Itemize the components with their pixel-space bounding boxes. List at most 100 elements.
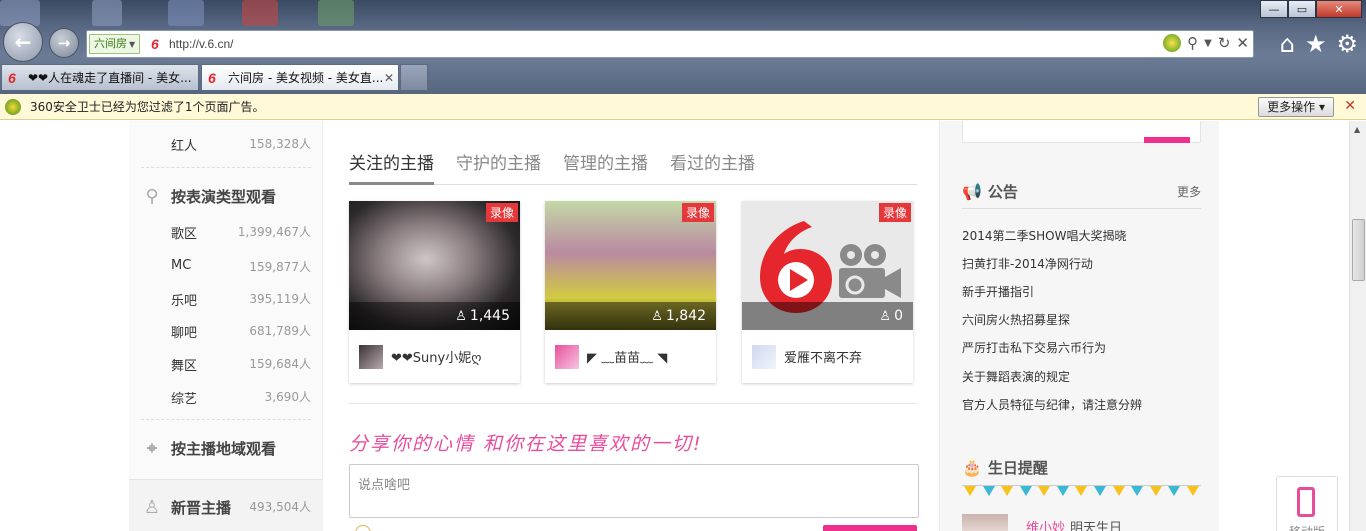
share-input[interactable]: 说点啥吧 bbox=[349, 464, 919, 518]
site-badge[interactable]: 六间房 ▼ bbox=[89, 34, 141, 54]
sidebar-item[interactable]: 综艺 3,690人 bbox=[171, 388, 311, 407]
refresh-icon[interactable]: ↻ bbox=[1218, 34, 1231, 52]
avatar[interactable] bbox=[555, 344, 579, 369]
category-name: MC bbox=[171, 258, 192, 273]
address-tools: ⚲ ▼ ↻ ✕ bbox=[1163, 34, 1249, 52]
share-placeholder: 说点啥吧 bbox=[358, 478, 411, 493]
caret-down-icon: ▼ bbox=[129, 40, 136, 49]
tab-managed[interactable]: 管理的主播 bbox=[563, 151, 648, 185]
search-icon: ⚲ bbox=[145, 185, 159, 207]
sidebar-item[interactable]: 聊吧 681,789人 bbox=[171, 322, 311, 341]
host-card[interactable]: 录像 ♙ 1,842 ◤ ﹏苗苗﹏ ◥ bbox=[545, 201, 716, 383]
search-box[interactable] bbox=[962, 121, 1201, 143]
forward-button[interactable]: → bbox=[49, 28, 79, 58]
scrollbar[interactable]: ▲ bbox=[1349, 121, 1366, 531]
sidebar-item[interactable]: MC 159,877人 bbox=[171, 258, 311, 275]
dropdown-icon[interactable]: ▼ bbox=[1204, 38, 1212, 49]
host-thumbnail[interactable]: 录像 ♙ 0 bbox=[742, 201, 913, 330]
tab-viewed[interactable]: 看过的主播 bbox=[670, 151, 755, 185]
maximize-button[interactable]: ▭ bbox=[1288, 0, 1316, 18]
url-text[interactable]: http://v.6.cn/ bbox=[169, 37, 233, 51]
category-name: 红人 bbox=[171, 139, 198, 154]
category-name: 聊吧 bbox=[171, 326, 198, 341]
host-name[interactable]: ◤ ﹏苗苗﹏ ◥ bbox=[587, 347, 667, 366]
record-badge: 录像 bbox=[485, 203, 518, 222]
browser-tab-1[interactable]: 6 ❤❤人在魂走了直播间 - 美女... bbox=[1, 64, 199, 90]
right-sidebar: 📢 公告 更多 2014第二季SHOW唱大奖揭晓 扫黄打非-2014净网行动 新… bbox=[939, 121, 1219, 531]
security-shield-icon[interactable] bbox=[1163, 34, 1182, 52]
camera-icon bbox=[839, 244, 901, 298]
host-name[interactable]: ❤❤Suny小妮ღ bbox=[391, 347, 481, 366]
taskbar-deco bbox=[242, 0, 278, 26]
browser-tab-2[interactable]: 6 六间房 - 美女视频 - 美女直... ✕ bbox=[201, 64, 399, 90]
new-tab-button[interactable] bbox=[400, 64, 428, 90]
birthday-header: 🎂 生日提醒 bbox=[962, 450, 1201, 484]
favorites-star-icon[interactable]: ★ bbox=[1305, 30, 1327, 58]
notice-header: 📢 公告 更多 bbox=[962, 175, 1201, 209]
tab-close-icon[interactable]: ✕ bbox=[384, 71, 394, 85]
avatar[interactable] bbox=[752, 344, 776, 369]
sidebar-item[interactable]: 歌区 1,399,467人 bbox=[171, 223, 311, 242]
notice-item[interactable]: 2014第二季SHOW唱大奖揭晓 bbox=[962, 227, 1127, 244]
taskbar-deco bbox=[168, 0, 204, 26]
record-badge: 录像 bbox=[878, 203, 911, 222]
close-window-button[interactable]: ✕ bbox=[1316, 0, 1362, 18]
sidebar-item-hongren[interactable]: 红人 158,328人 bbox=[171, 135, 311, 154]
megaphone-icon: 📢 bbox=[962, 182, 982, 201]
scroll-up-icon[interactable]: ▲ bbox=[1354, 125, 1360, 134]
host-thumbnail[interactable]: 录像 ♙ 1,445 bbox=[349, 201, 520, 330]
avatar[interactable] bbox=[359, 344, 383, 369]
section-new-hosts: ♙ 新晋主播 bbox=[141, 496, 231, 518]
site-favicon-icon: 6 bbox=[208, 69, 216, 86]
phone-icon bbox=[1297, 487, 1315, 517]
minimize-button[interactable]: — bbox=[1260, 0, 1288, 18]
notice-item[interactable]: 官方人员特征与纪律，请注意分辨 bbox=[962, 396, 1142, 413]
notice-more-link[interactable]: 更多 bbox=[1177, 183, 1201, 200]
user-icon: ♙ bbox=[143, 496, 161, 518]
search-icon[interactable]: ⚲ bbox=[1187, 34, 1198, 52]
notice-item[interactable]: 六间房火热招募星探 bbox=[962, 311, 1070, 328]
sidebar: 红人 158,328人 ⚲ 按表演类型观看 歌区 1,399,467人 MC 1… bbox=[129, 121, 323, 531]
emoji-icon[interactable] bbox=[355, 525, 371, 531]
more-operations-button[interactable]: 更多操作 ▾ bbox=[1258, 97, 1334, 117]
new-hosts-section[interactable]: ♙ 新晋主播 493,504人 bbox=[129, 479, 323, 531]
category-name: 舞区 bbox=[171, 359, 198, 374]
birthday-title: 生日提醒 bbox=[987, 458, 1048, 477]
sidebar-item[interactable]: 乐吧 395,119人 bbox=[171, 290, 311, 309]
avatar[interactable] bbox=[962, 514, 1008, 531]
mobile-version-button[interactable]: 移动版 bbox=[1276, 476, 1338, 531]
main-content: 关注的主播 守护的主播 管理的主播 看过的主播 录像 ♙ 1,445 ❤❤Sun… bbox=[349, 121, 919, 531]
notice-item[interactable]: 关于舞蹈表演的规定 bbox=[962, 368, 1070, 385]
home-icon[interactable]: ⌂ bbox=[1280, 30, 1295, 58]
notice-item[interactable]: 严厉打击私下交易六币行为 bbox=[962, 339, 1106, 356]
publish-button[interactable] bbox=[823, 525, 917, 531]
notice-item[interactable]: 扫黄打非-2014净网行动 bbox=[962, 255, 1093, 272]
host-card[interactable]: 录像 ♙ 0 爱雁不离不弃 bbox=[742, 201, 913, 383]
host-tabs: 关注的主播 守护的主播 管理的主播 看过的主播 bbox=[349, 151, 917, 185]
search-button[interactable] bbox=[1144, 137, 1190, 143]
scrollbar-thumb[interactable] bbox=[1352, 219, 1365, 281]
close-icon[interactable]: ✕ bbox=[1344, 98, 1356, 114]
site-favicon-icon: 6 bbox=[8, 69, 16, 86]
gear-icon[interactable]: ⚙ bbox=[1336, 30, 1358, 58]
category-count: 493,504人 bbox=[249, 500, 311, 514]
sidebar-item[interactable]: 舞区 159,684人 bbox=[171, 355, 311, 374]
tab-guarded[interactable]: 守护的主播 bbox=[456, 151, 541, 185]
host-card[interactable]: 录像 ♙ 1,445 ❤❤Suny小妮ღ bbox=[349, 201, 520, 383]
bunting-decoration bbox=[962, 485, 1201, 499]
section-by-region[interactable]: ⌖ 按主播地域观看 bbox=[141, 437, 276, 459]
birthday-name[interactable]: 维小妙 bbox=[1026, 517, 1065, 531]
tab-followed[interactable]: 关注的主播 bbox=[349, 151, 434, 185]
notice-item[interactable]: 新手开播指引 bbox=[962, 283, 1034, 300]
browser-chrome: — ▭ ✕ ← → 六间房 ▼ 6 http://v.6.cn/ ⚲ ▼ ↻ ✕ … bbox=[0, 0, 1366, 94]
back-button[interactable]: ← bbox=[3, 22, 43, 62]
person-icon: ♙ bbox=[879, 308, 892, 324]
section-by-type: ⚲ 按表演类型观看 bbox=[141, 185, 276, 207]
category-name: 综艺 bbox=[171, 392, 198, 407]
stop-icon[interactable]: ✕ bbox=[1236, 34, 1249, 52]
address-bar[interactable]: 六间房 ▼ 6 http://v.6.cn/ ⚲ ▼ ↻ ✕ bbox=[86, 30, 1254, 58]
host-thumbnail[interactable]: 录像 ♙ 1,842 bbox=[545, 201, 716, 330]
section-title: 新晋主播 bbox=[171, 498, 232, 517]
category-count: 681,789人 bbox=[249, 324, 311, 338]
host-name[interactable]: 爱雁不离不弃 bbox=[784, 347, 862, 366]
